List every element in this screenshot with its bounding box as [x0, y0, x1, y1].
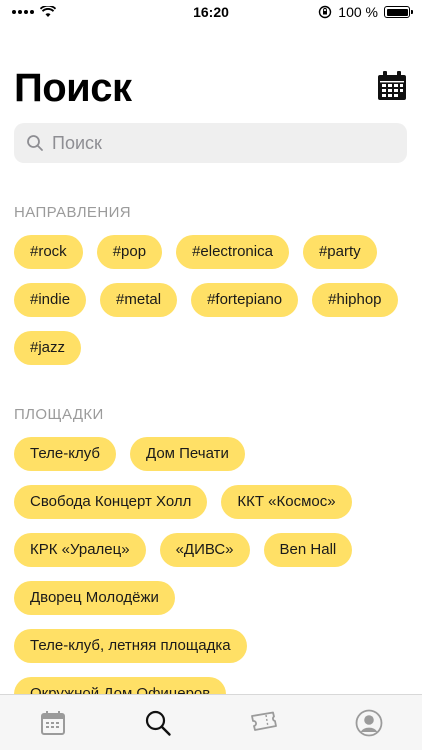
genre-tag-metal[interactable]: #metal [100, 283, 178, 317]
venue-tag[interactable]: Теле-клуб, летняя площадка [14, 629, 247, 663]
status-time: 16:20 [193, 4, 229, 20]
genre-tag-electronica[interactable]: #electronica [176, 235, 289, 269]
search-icon [146, 710, 171, 736]
genre-tag-jazz[interactable]: #jazz [14, 331, 82, 365]
venue-tag[interactable]: «ДИВС» [159, 533, 250, 567]
orientation-lock-icon [319, 5, 332, 19]
calendar-button[interactable] [376, 70, 408, 102]
search-icon [27, 135, 43, 151]
venues-section-title: ПЛОЩАДКИ [14, 406, 104, 423]
cell-signal-icon [12, 10, 34, 14]
genre-tag-party[interactable]: #party [302, 235, 377, 269]
venue-tags: Теле-клуб Дом Печати Свобода Концерт Хол… [14, 437, 414, 711]
venue-tag[interactable]: КРК «Уралец» [14, 533, 146, 567]
genre-tag-indie[interactable]: #indie [14, 283, 87, 317]
genres-section-title: НАПРАВЛЕНИЯ [14, 204, 131, 221]
venue-tag[interactable]: ККТ «Космос» [221, 485, 352, 519]
wifi-icon [40, 6, 56, 17]
genre-tag-rock[interactable]: #rock [14, 235, 83, 269]
tab-bar [0, 694, 422, 750]
venue-tag[interactable]: Свобода Концерт Холл [14, 485, 208, 519]
search-input[interactable] [52, 132, 372, 154]
genre-tag-hiphop[interactable]: #hiphop [312, 283, 398, 317]
status-bar: 16:20 100 % [0, 0, 422, 24]
tab-search[interactable] [128, 701, 188, 745]
genre-tag-pop[interactable]: #pop [96, 235, 163, 269]
tab-tickets[interactable] [234, 701, 294, 745]
venue-tag[interactable]: Дворец Молодёжи [14, 581, 175, 615]
genre-tag-fortepiano[interactable]: #fortepiano [191, 283, 299, 317]
calendar-icon [378, 71, 406, 100]
tickets-icon [250, 711, 277, 731]
profile-icon [355, 709, 383, 736]
venue-tag[interactable]: Дом Печати [130, 437, 245, 471]
venue-tag[interactable]: Теле-клуб [14, 437, 116, 471]
tab-profile[interactable] [339, 701, 399, 745]
search-bar[interactable] [14, 123, 407, 163]
calendar-icon [40, 710, 65, 735]
venue-tag[interactable]: Ben Hall [263, 533, 353, 567]
tab-calendar[interactable] [23, 701, 83, 745]
battery-percent: 100 % [338, 4, 378, 20]
page-title: Поиск [14, 66, 132, 110]
battery-icon [384, 6, 413, 18]
genre-tags: #rock #pop #electronica #party #indie #m… [14, 235, 414, 365]
